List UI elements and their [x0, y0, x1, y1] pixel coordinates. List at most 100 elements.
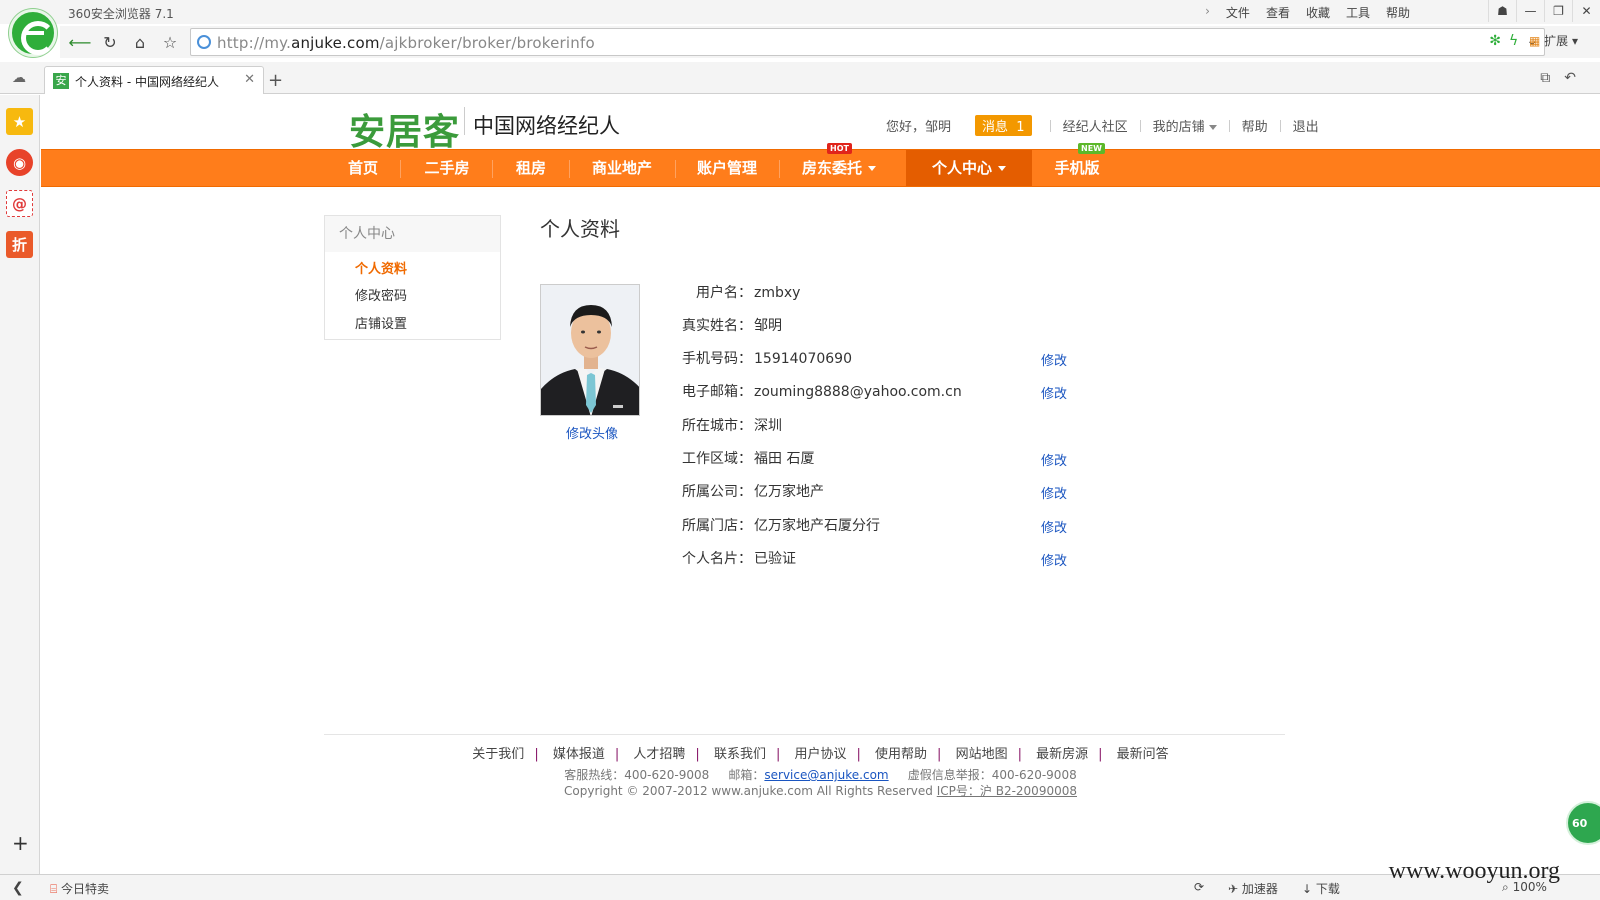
menu-chevron-icon[interactable]: ›: [1205, 4, 1210, 21]
edit-store-link[interactable]: 修改: [1041, 517, 1067, 536]
edit-company-link[interactable]: 修改: [1041, 483, 1067, 502]
menu-help[interactable]: 帮助: [1386, 4, 1410, 21]
lightning-icon[interactable]: ϟ: [1509, 33, 1518, 49]
nav-personal-center[interactable]: 个人中心: [906, 150, 1032, 186]
footer-link[interactable]: 网站地图: [956, 747, 1008, 762]
edit-work-area-link[interactable]: 修改: [1041, 450, 1067, 469]
menu-view[interactable]: 查看: [1266, 4, 1290, 21]
field-label: 个人名片：: [682, 551, 752, 567]
divider: [1279, 119, 1281, 132]
status-refresh-icon[interactable]: ⟳: [1194, 880, 1204, 894]
logo-separator: [464, 107, 465, 135]
divider: [1228, 119, 1230, 132]
info-row-work-area: 工作区域： 福田 石厦: [682, 448, 814, 468]
browser-logo[interactable]: [9, 9, 57, 57]
favorites-star-icon[interactable]: ★: [6, 108, 33, 135]
minimize-icon[interactable]: —: [1516, 0, 1544, 22]
add-sidebar-icon[interactable]: +: [12, 831, 29, 855]
speed-check-icon[interactable]: ✻: [1489, 33, 1501, 49]
icp-link[interactable]: ICP号：沪 B2-20090008: [937, 784, 1077, 798]
restore-window-icon[interactable]: ⧉: [1540, 70, 1550, 86]
nav-mobile[interactable]: 手机版: [1041, 150, 1113, 186]
edit-business-card-link[interactable]: 修改: [1041, 550, 1067, 569]
community-link[interactable]: 经纪人社区: [1063, 116, 1128, 135]
email-label: 邮箱：: [728, 768, 765, 782]
info-row-business-card: 个人名片： 已验证: [682, 548, 796, 568]
messages-badge[interactable]: 消息 1: [975, 115, 1032, 136]
tab-close-icon[interactable]: ✕: [244, 72, 255, 87]
hotline-text: 客服热线：400-620-9008: [564, 768, 710, 782]
edit-phone-link[interactable]: 修改: [1041, 350, 1067, 369]
page-title: 个人资料: [540, 217, 620, 241]
greeting-text: 您好，邹明: [886, 120, 952, 135]
caret-down-icon: [868, 166, 876, 171]
footer-link[interactable]: 使用帮助: [875, 747, 927, 762]
divider: [1049, 119, 1051, 132]
nav-home[interactable]: 首页: [331, 150, 395, 186]
footer-link[interactable]: 媒体报道: [553, 747, 605, 762]
collapse-sidebar-icon[interactable]: ❮: [12, 880, 24, 896]
nav-divider: [779, 160, 780, 178]
tab-active[interactable]: 安 个人资料 - 中国网络经纪人 ✕: [44, 66, 264, 94]
menu-favorites[interactable]: 收藏: [1306, 4, 1330, 21]
maximize-icon[interactable]: ❐: [1544, 0, 1572, 22]
back-icon[interactable]: ⟵: [68, 30, 92, 54]
help-link[interactable]: 帮助: [1242, 116, 1268, 135]
menu-tools[interactable]: 工具: [1346, 4, 1370, 21]
sidebar-item-profile[interactable]: 个人资料: [355, 258, 407, 277]
sidebar-item-change-password[interactable]: 修改密码: [355, 285, 407, 304]
footer-link[interactable]: 关于我们: [472, 747, 524, 762]
nav-rent[interactable]: 租房: [503, 150, 559, 186]
info-row-email: 电子邮箱： zouming8888@yahoo.com.cn: [682, 381, 962, 401]
footer-link[interactable]: 最新问答: [1117, 747, 1169, 762]
address-bar[interactable]: http://my.anjuke.com/ajkbroker/broker/br…: [190, 28, 1545, 56]
tab-title: 个人资料 - 中国网络经纪人: [75, 75, 219, 89]
site-logo[interactable]: 安居客: [349, 103, 460, 155]
url-text[interactable]: http://my.anjuke.com/ajkbroker/broker/br…: [217, 34, 595, 52]
close-icon[interactable]: ✕: [1572, 0, 1600, 22]
browser-menu-bar: › 文件 查看 收藏 工具 帮助: [1205, 4, 1410, 21]
footer-contact: 客服热线：400-620-9008 邮箱：service@anjuke.com …: [41, 766, 1600, 783]
menu-file[interactable]: 文件: [1226, 4, 1250, 21]
extensions-button[interactable]: ▦ 扩展 ▾: [1529, 32, 1578, 49]
caret-down-icon: [998, 166, 1006, 171]
footer-link[interactable]: 人才招聘: [633, 747, 685, 762]
divider: [1139, 119, 1141, 132]
nav-divider: [569, 160, 570, 178]
logout-link[interactable]: 退出: [1293, 116, 1319, 135]
bookmark-star-icon[interactable]: ☆: [158, 30, 182, 54]
field-label: 工作区域：: [682, 451, 752, 467]
home-icon[interactable]: ⌂: [128, 30, 152, 54]
field-value: 福田 石厦: [754, 451, 815, 467]
watermark-text: www.wooyun.org: [1388, 858, 1560, 884]
nav-account[interactable]: 账户管理: [686, 150, 768, 186]
change-avatar-link[interactable]: 修改头像: [566, 423, 618, 442]
edit-email-link[interactable]: 修改: [1041, 383, 1067, 402]
sidebar-item-store-settings[interactable]: 店铺设置: [355, 313, 407, 332]
today-deals-button[interactable]: ⌸ 今日特卖: [50, 880, 109, 897]
tab-bar: ☁ 安 个人资料 - 中国网络经纪人 ✕ + ⧉ ↶: [0, 62, 1600, 94]
service-email-link[interactable]: service@anjuke.com: [764, 768, 888, 782]
copyright-text: Copyright © 2007-2012 www.anjuke.com All…: [564, 784, 933, 798]
footer-link[interactable]: 联系我们: [714, 747, 766, 762]
info-row-realname: 真实姓名： 邹明: [682, 315, 782, 335]
footer-link[interactable]: 最新房源: [1036, 747, 1088, 762]
undo-close-icon[interactable]: ↶: [1564, 70, 1576, 86]
site-security-icon: [197, 35, 211, 49]
my-store-menu[interactable]: 我的店铺: [1153, 116, 1217, 135]
nav-divider: [675, 160, 676, 178]
cloud-sync-icon[interactable]: ☁: [12, 70, 26, 86]
weibo-icon[interactable]: ◉: [6, 149, 33, 176]
mail-icon[interactable]: @: [6, 190, 33, 217]
download-button[interactable]: ↓ 下载: [1302, 880, 1340, 897]
footer-divider: [324, 734, 1285, 735]
refresh-icon[interactable]: ↻: [98, 30, 122, 54]
footer-link[interactable]: 用户协议: [794, 747, 846, 762]
discount-icon[interactable]: 折: [6, 231, 33, 258]
skin-icon[interactable]: ☗: [1488, 0, 1516, 22]
new-tab-icon[interactable]: +: [268, 70, 283, 91]
nav-commercial[interactable]: 商业地产: [581, 150, 663, 186]
nav-second-hand[interactable]: 二手房: [411, 150, 483, 186]
nav-landlord[interactable]: 房东委托: [791, 150, 887, 186]
accelerator-button[interactable]: ✈ 加速器: [1228, 880, 1278, 897]
